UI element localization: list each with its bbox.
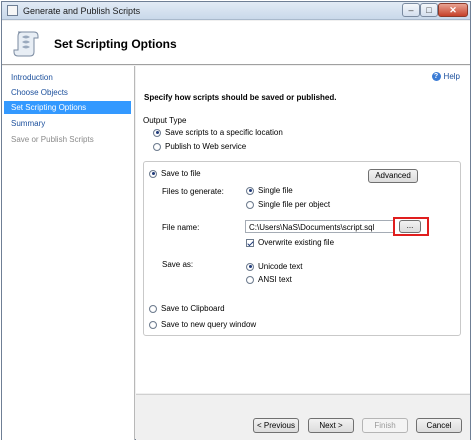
radio-label: Publish to Web service bbox=[165, 142, 247, 151]
main-panel: ? Help Specify how scripts should be save… bbox=[136, 66, 470, 393]
output-type-label: Output Type bbox=[143, 116, 187, 125]
sidebar-item-choose-objects[interactable]: Choose Objects bbox=[4, 86, 131, 99]
finish-button: Finish bbox=[362, 418, 408, 433]
maximize-button[interactable]: □ bbox=[420, 3, 438, 17]
help-label: Help bbox=[443, 72, 460, 81]
radio-dot bbox=[246, 262, 254, 271]
radio-ansi-text[interactable]: ANSI text bbox=[246, 275, 292, 284]
radio-save-to-clipboard[interactable]: Save to Clipboard bbox=[149, 304, 225, 313]
radio-label: Save scripts to a specific location bbox=[165, 128, 283, 137]
file-name-input[interactable]: C:\Users\NaS\Documents\script.sql bbox=[245, 220, 395, 233]
sidebar-item-save-or-publish: Save or Publish Scripts bbox=[11, 135, 94, 144]
radio-unicode-text[interactable]: Unicode text bbox=[246, 262, 302, 271]
sidebar-item-summary[interactable]: Summary bbox=[4, 117, 131, 130]
radio-publish-web-service[interactable]: Publish to Web service bbox=[153, 142, 246, 151]
radio-dot bbox=[246, 275, 254, 284]
radio-label: Save to file bbox=[161, 169, 201, 178]
radio-dot bbox=[149, 169, 157, 178]
cancel-button[interactable]: Cancel bbox=[416, 418, 462, 433]
checkbox-box bbox=[246, 238, 254, 247]
help-link[interactable]: ? Help bbox=[431, 72, 460, 82]
previous-button[interactable]: < Previous bbox=[253, 418, 299, 433]
wizard-window: Generate and Publish Scripts – □ ✕ Set S… bbox=[1, 1, 471, 440]
help-icon: ? bbox=[431, 72, 441, 82]
radio-dot bbox=[153, 142, 161, 151]
minimize-button[interactable]: – bbox=[402, 3, 420, 17]
page-header: Set Scripting Options bbox=[2, 21, 470, 65]
radio-dot bbox=[149, 320, 157, 329]
window-title: Generate and Publish Scripts bbox=[23, 6, 141, 16]
sidebar-item-set-scripting-options[interactable]: Set Scripting Options bbox=[4, 101, 131, 114]
radio-label: Single file bbox=[258, 186, 293, 195]
radio-single-file[interactable]: Single file bbox=[246, 186, 293, 195]
wizard-footer: < Previous Next > Finish Cancel bbox=[136, 394, 470, 440]
files-to-generate-label: Files to generate: bbox=[162, 187, 224, 196]
radio-label: ANSI text bbox=[258, 275, 292, 284]
overwrite-checkbox[interactable]: Overwrite existing file bbox=[246, 238, 334, 247]
page-title: Set Scripting Options bbox=[54, 37, 177, 51]
checkbox-label: Overwrite existing file bbox=[258, 238, 335, 247]
script-scroll-icon bbox=[13, 31, 39, 57]
advanced-button[interactable]: Advanced bbox=[368, 169, 418, 183]
radio-dot bbox=[149, 304, 157, 313]
radio-dot bbox=[153, 128, 161, 137]
radio-label: Save to Clipboard bbox=[161, 304, 225, 313]
wizard-nav: Introduction Choose Objects Set Scriptin… bbox=[2, 66, 135, 440]
radio-label: Save to new query window bbox=[161, 320, 257, 329]
sidebar-item-introduction[interactable]: Introduction bbox=[4, 71, 131, 84]
instruction-text: Specify how scripts should be saved or p… bbox=[144, 93, 337, 102]
radio-dot bbox=[246, 200, 254, 209]
next-button[interactable]: Next > bbox=[308, 418, 354, 433]
radio-label: Unicode text bbox=[258, 262, 303, 271]
save-as-label: Save as: bbox=[162, 260, 194, 269]
radio-save-to-location[interactable]: Save scripts to a specific location bbox=[153, 128, 283, 137]
radio-label: Single file per object bbox=[258, 200, 331, 209]
app-icon bbox=[7, 5, 18, 16]
file-name-label: File name: bbox=[162, 223, 200, 232]
radio-save-to-query-window[interactable]: Save to new query window bbox=[149, 320, 256, 329]
close-button[interactable]: ✕ bbox=[438, 3, 468, 17]
radio-save-to-file[interactable]: Save to file bbox=[149, 169, 201, 178]
radio-single-file-per-object[interactable]: Single file per object bbox=[246, 200, 330, 209]
title-bar[interactable]: Generate and Publish Scripts – □ ✕ bbox=[2, 2, 470, 20]
highlight-box bbox=[393, 217, 429, 236]
radio-dot bbox=[246, 186, 254, 195]
